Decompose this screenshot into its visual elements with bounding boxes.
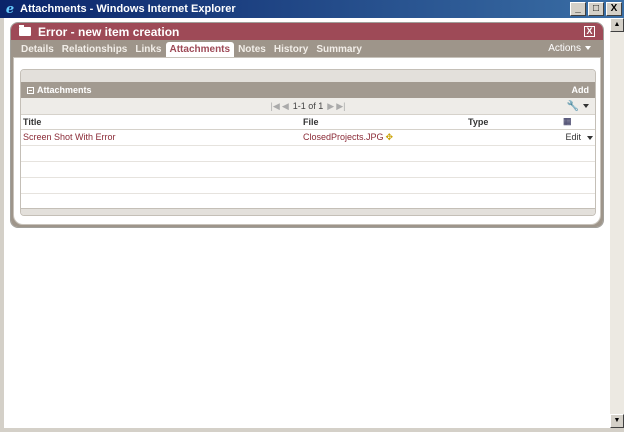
first-page-icon[interactable]: |◀ [271,101,280,112]
column-header-file[interactable]: File [301,115,466,130]
row-actions[interactable]: Edit [561,129,595,146]
tab-summary[interactable]: Summary [312,44,366,57]
maximize-button[interactable]: □ [588,2,604,16]
tab-links[interactable]: Links [131,44,165,57]
content-card: Attachments Add |◀ ◀ 1-1 of 1 ▶ ▶| 🔧 Tit… [13,57,601,225]
download-icon[interactable]: ✥ [386,132,394,142]
tab-relationships[interactable]: Relationships [58,44,132,57]
empty-row [21,193,595,210]
actions-label: Actions [548,43,581,54]
column-header-type[interactable]: Type [466,115,561,130]
empty-row [21,145,595,162]
ie-logo-icon: e [5,1,15,17]
tab-notes[interactable]: Notes [234,44,270,57]
column-chooser-icon: ▦ [563,116,572,127]
last-page-icon[interactable]: ▶| [336,101,345,112]
section-title: Attachments [37,85,92,95]
empty-row [21,177,595,194]
attachment-file-link[interactable]: ClosedProjects.JPG [303,132,384,142]
section-header: Attachments Add [21,82,595,98]
wrench-icon[interactable]: 🔧 [567,101,589,112]
close-window-button[interactable]: X [606,2,622,16]
table-row: Screen Shot With Error ClosedProjects.JP… [21,129,595,146]
attachments-table: Title File Type ▦ Screen Shot With Error… [21,115,595,210]
scroll-up-icon[interactable]: ▲ [610,18,624,32]
tab-history[interactable]: History [270,44,312,57]
dialog-header: Error - new item creation X [11,23,603,40]
table-header-row: Title File Type ▦ [21,115,595,130]
add-attachment-link[interactable]: Add [572,85,590,95]
actions-menu[interactable]: Actions [548,43,591,54]
tab-bar: Details Relationships Links Attachments … [11,40,603,57]
panel-top-strip [21,70,595,82]
edit-link[interactable]: Edit [565,132,581,142]
window-controls: _ □ X [570,2,622,16]
attachments-panel: Attachments Add |◀ ◀ 1-1 of 1 ▶ ▶| 🔧 Tit… [20,69,596,216]
empty-row [21,161,595,178]
chevron-down-icon[interactable] [587,135,593,140]
minimize-button[interactable]: _ [570,2,586,16]
folder-icon [19,25,31,36]
vertical-scrollbar[interactable]: ▲ ▼ [610,18,624,428]
window-title: Attachments - Windows Internet Explorer [20,3,236,15]
prev-page-icon[interactable]: ◀ [282,101,289,112]
pager-text: 1-1 of 1 [292,101,324,111]
dialog-close-button[interactable]: X [584,26,595,37]
next-page-icon[interactable]: ▶ [327,101,334,112]
attachment-type [466,129,561,146]
pager-bar: |◀ ◀ 1-1 of 1 ▶ ▶| 🔧 [21,98,595,115]
tab-details[interactable]: Details [17,44,58,57]
ie-title-bar: e Attachments - Windows Internet Explore… [0,0,624,18]
content-area: Attachments Add |◀ ◀ 1-1 of 1 ▶ ▶| 🔧 Tit… [11,57,603,227]
chevron-down-icon [585,46,591,51]
column-chooser[interactable]: ▦ [561,115,595,130]
item-dialog: Error - new item creation X Details Rela… [10,22,604,228]
dialog-title: Error - new item creation [38,24,180,39]
attachment-title-link[interactable]: Screen Shot With Error [21,129,301,146]
panel-bottom-strip [21,208,595,215]
collapse-icon[interactable] [27,86,34,94]
tab-attachments[interactable]: Attachments [165,42,235,57]
scroll-down-icon[interactable]: ▼ [610,414,624,428]
browser-client-area: Error - new item creation X Details Rela… [4,18,610,428]
column-header-title[interactable]: Title [21,115,301,130]
